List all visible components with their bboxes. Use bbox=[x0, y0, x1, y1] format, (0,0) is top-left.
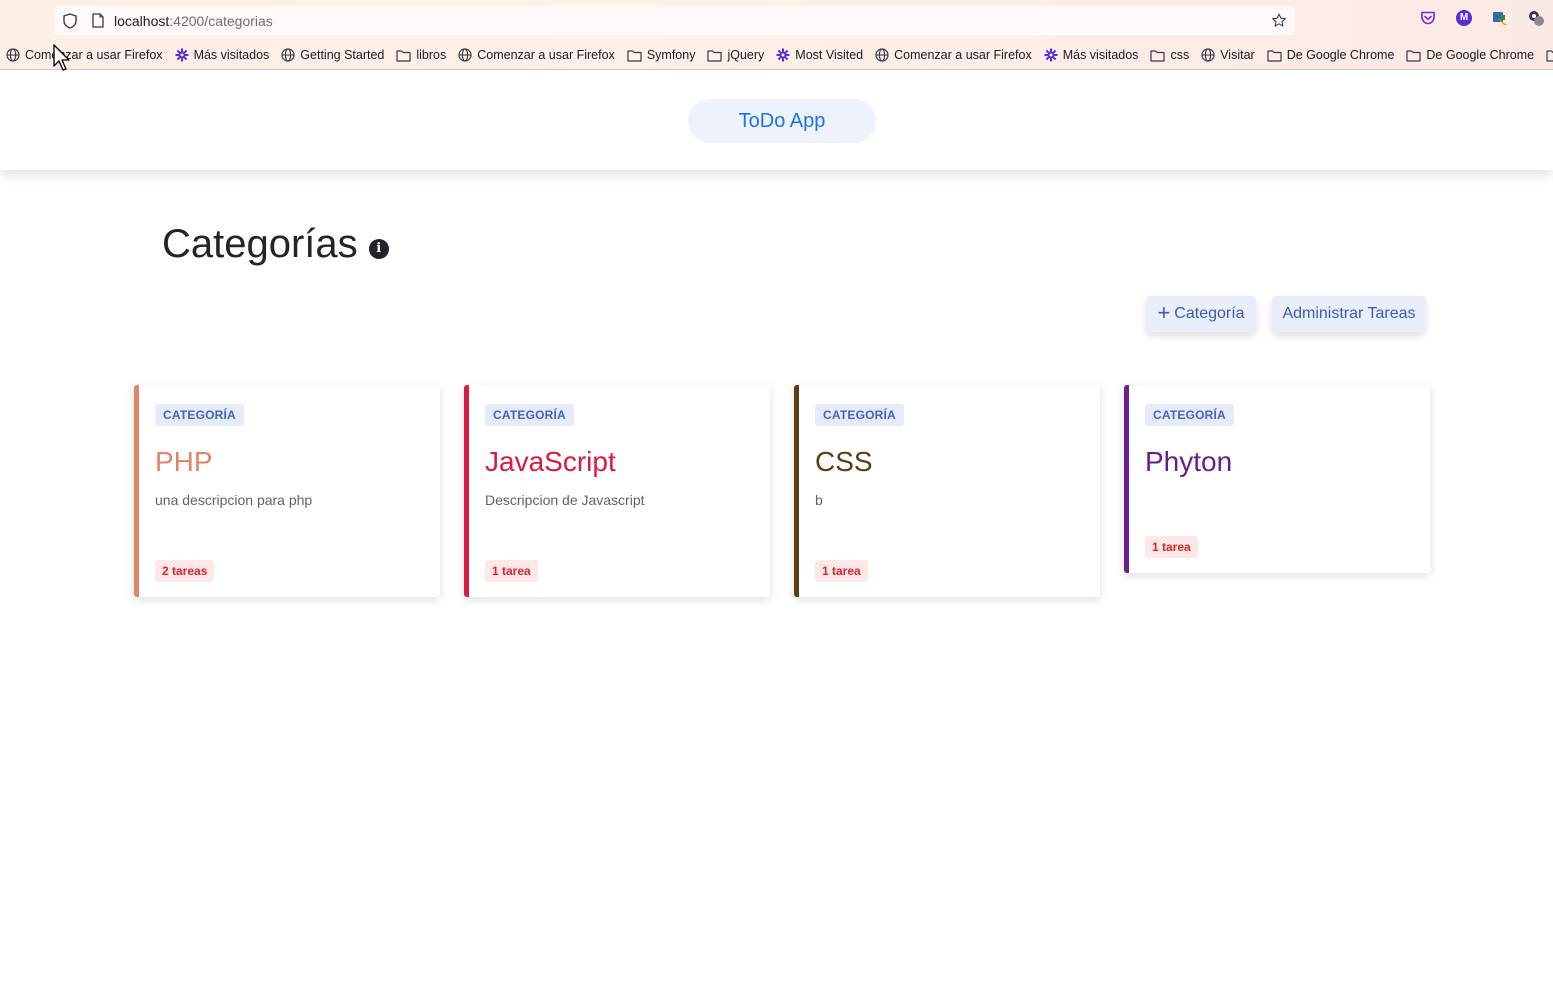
bookmark-item[interactable]: Comenzar a usar Firefox bbox=[6, 48, 163, 62]
page-icon bbox=[90, 13, 106, 29]
bookmark-label: Más visitados bbox=[1062, 48, 1139, 62]
extension-puzzle-icon[interactable] bbox=[1527, 9, 1545, 27]
bookmark-item[interactable]: De Google Chrome bbox=[1406, 48, 1534, 62]
category-color-bar bbox=[134, 385, 139, 597]
category-name[interactable]: JavaScript bbox=[485, 446, 616, 478]
bookmark-label: Comenzar a usar Firefox bbox=[477, 48, 615, 62]
bookmark-label: Comenzar a usar Firefox bbox=[894, 48, 1032, 62]
folder-icon bbox=[627, 49, 642, 62]
category-name[interactable]: CSS bbox=[815, 446, 873, 478]
brand-link[interactable]: ToDo App bbox=[688, 99, 876, 143]
app-navbar: ToDo App bbox=[0, 70, 1553, 170]
globe-icon bbox=[1201, 48, 1215, 62]
pocket-icon[interactable] bbox=[1419, 9, 1437, 27]
bookmark-label: libros bbox=[416, 48, 447, 62]
add-category-label: Categoría bbox=[1174, 305, 1245, 322]
folder-icon bbox=[1267, 49, 1282, 62]
bookmark-label: De Google Chrome bbox=[1286, 48, 1395, 62]
bookmark-item[interactable]: Symfony bbox=[627, 48, 696, 62]
bookmark-label: css bbox=[1170, 48, 1190, 62]
plus-icon: + bbox=[1157, 300, 1171, 325]
category-badge: CATEGORÍA bbox=[155, 404, 244, 426]
task-count-badge: 1 tarea bbox=[485, 560, 538, 582]
folder-icon bbox=[396, 49, 411, 62]
task-count-badge: 1 tarea bbox=[1145, 536, 1198, 558]
bookmark-label: jQuery bbox=[727, 48, 765, 62]
url-text[interactable]: localhost:4200/categorias bbox=[114, 13, 273, 29]
bookmark-label: Symfony bbox=[646, 48, 696, 62]
category-card[interactable]: CATEGORÍA JavaScript Descripcion de Javasc… bbox=[464, 385, 770, 597]
category-description: b bbox=[815, 492, 823, 508]
bookmark-item[interactable]: Visitar bbox=[1201, 48, 1255, 62]
bookmark-item[interactable]: jQuery bbox=[707, 48, 764, 62]
category-description: Descripcion de Javascript bbox=[485, 492, 645, 508]
gear-icon bbox=[1044, 48, 1058, 62]
bookmark-item[interactable]: libros bbox=[396, 48, 446, 62]
category-card[interactable]: CATEGORÍA PHP una descripcion para php 2 ta… bbox=[134, 385, 440, 597]
globe-icon bbox=[875, 48, 889, 62]
category-card[interactable]: CATEGORÍA CSS b 1 tarea bbox=[794, 385, 1100, 597]
category-badge: CATEGORÍA bbox=[1145, 404, 1234, 426]
page-heading: Categorías i bbox=[162, 222, 389, 267]
folder-icon bbox=[1150, 49, 1166, 62]
bookmark-label: Comenzar a usar Firefox bbox=[25, 48, 163, 62]
category-card[interactable]: CATEGORÍA Phyton 1 tarea bbox=[1124, 385, 1430, 573]
extension-icon[interactable] bbox=[1491, 9, 1509, 27]
category-color-bar bbox=[464, 385, 469, 597]
bookmark-item[interactable]: astrid cole bbox=[1546, 48, 1553, 62]
bookmark-item[interactable]: De Google Chrome bbox=[1267, 48, 1395, 62]
task-count-badge: 1 tarea bbox=[815, 560, 868, 582]
folder-icon bbox=[707, 49, 723, 62]
bookmark-label: Visitar bbox=[1220, 48, 1255, 62]
category-color-bar bbox=[794, 385, 799, 597]
mouse-cursor-icon bbox=[53, 44, 70, 71]
manage-tasks-button[interactable]: Administrar Tareas bbox=[1272, 296, 1426, 332]
globe-icon bbox=[458, 48, 472, 62]
gear-icon bbox=[175, 48, 189, 62]
gear-icon bbox=[776, 48, 790, 62]
address-bar[interactable]: localhost:4200/categorias bbox=[54, 6, 1295, 35]
bookmark-item[interactable]: Most Visited bbox=[776, 48, 863, 62]
bookmark-label: Más visitados bbox=[193, 48, 270, 62]
bookmark-item[interactable]: Más visitados bbox=[1044, 48, 1139, 62]
bookmark-label: Getting Started bbox=[300, 48, 385, 62]
browser-toolbar: localhost:4200/categorias M Comenzar a u… bbox=[0, 0, 1553, 70]
bookmarks-bar: Comenzar a usar Firefox Más visitados Gett… bbox=[0, 44, 1553, 66]
category-name[interactable]: PHP bbox=[155, 446, 213, 478]
category-description: una descripcion para php bbox=[155, 492, 313, 508]
globe-icon bbox=[6, 48, 20, 62]
bookmark-item[interactable]: css bbox=[1150, 48, 1189, 62]
shield-icon[interactable] bbox=[62, 12, 78, 29]
bookmark-label: De Google Chrome bbox=[1426, 48, 1535, 62]
task-count-badge: 2 tareas bbox=[155, 560, 215, 582]
category-name[interactable]: Phyton bbox=[1145, 446, 1232, 478]
bookmark-label: Most Visited bbox=[795, 48, 864, 62]
add-category-button[interactable]: + Categoría bbox=[1146, 296, 1256, 332]
bookmark-item[interactable]: Comenzar a usar Firefox bbox=[875, 48, 1032, 62]
account-avatar-icon[interactable]: M bbox=[1455, 9, 1473, 27]
bookmark-item[interactable]: Comenzar a usar Firefox bbox=[458, 48, 615, 62]
category-badge: CATEGORÍA bbox=[485, 404, 574, 426]
bookmark-star-icon[interactable] bbox=[1271, 12, 1287, 28]
category-badge: CATEGORÍA bbox=[815, 404, 904, 426]
globe-icon bbox=[281, 48, 295, 62]
bookmark-item[interactable]: Getting Started bbox=[281, 48, 384, 62]
bookmark-item[interactable]: Más visitados bbox=[175, 48, 270, 62]
folder-icon bbox=[1546, 49, 1553, 62]
page-title: Categorías bbox=[162, 222, 358, 266]
info-icon[interactable]: i bbox=[368, 238, 389, 259]
folder-icon bbox=[1406, 49, 1422, 62]
category-color-bar bbox=[1124, 385, 1129, 573]
